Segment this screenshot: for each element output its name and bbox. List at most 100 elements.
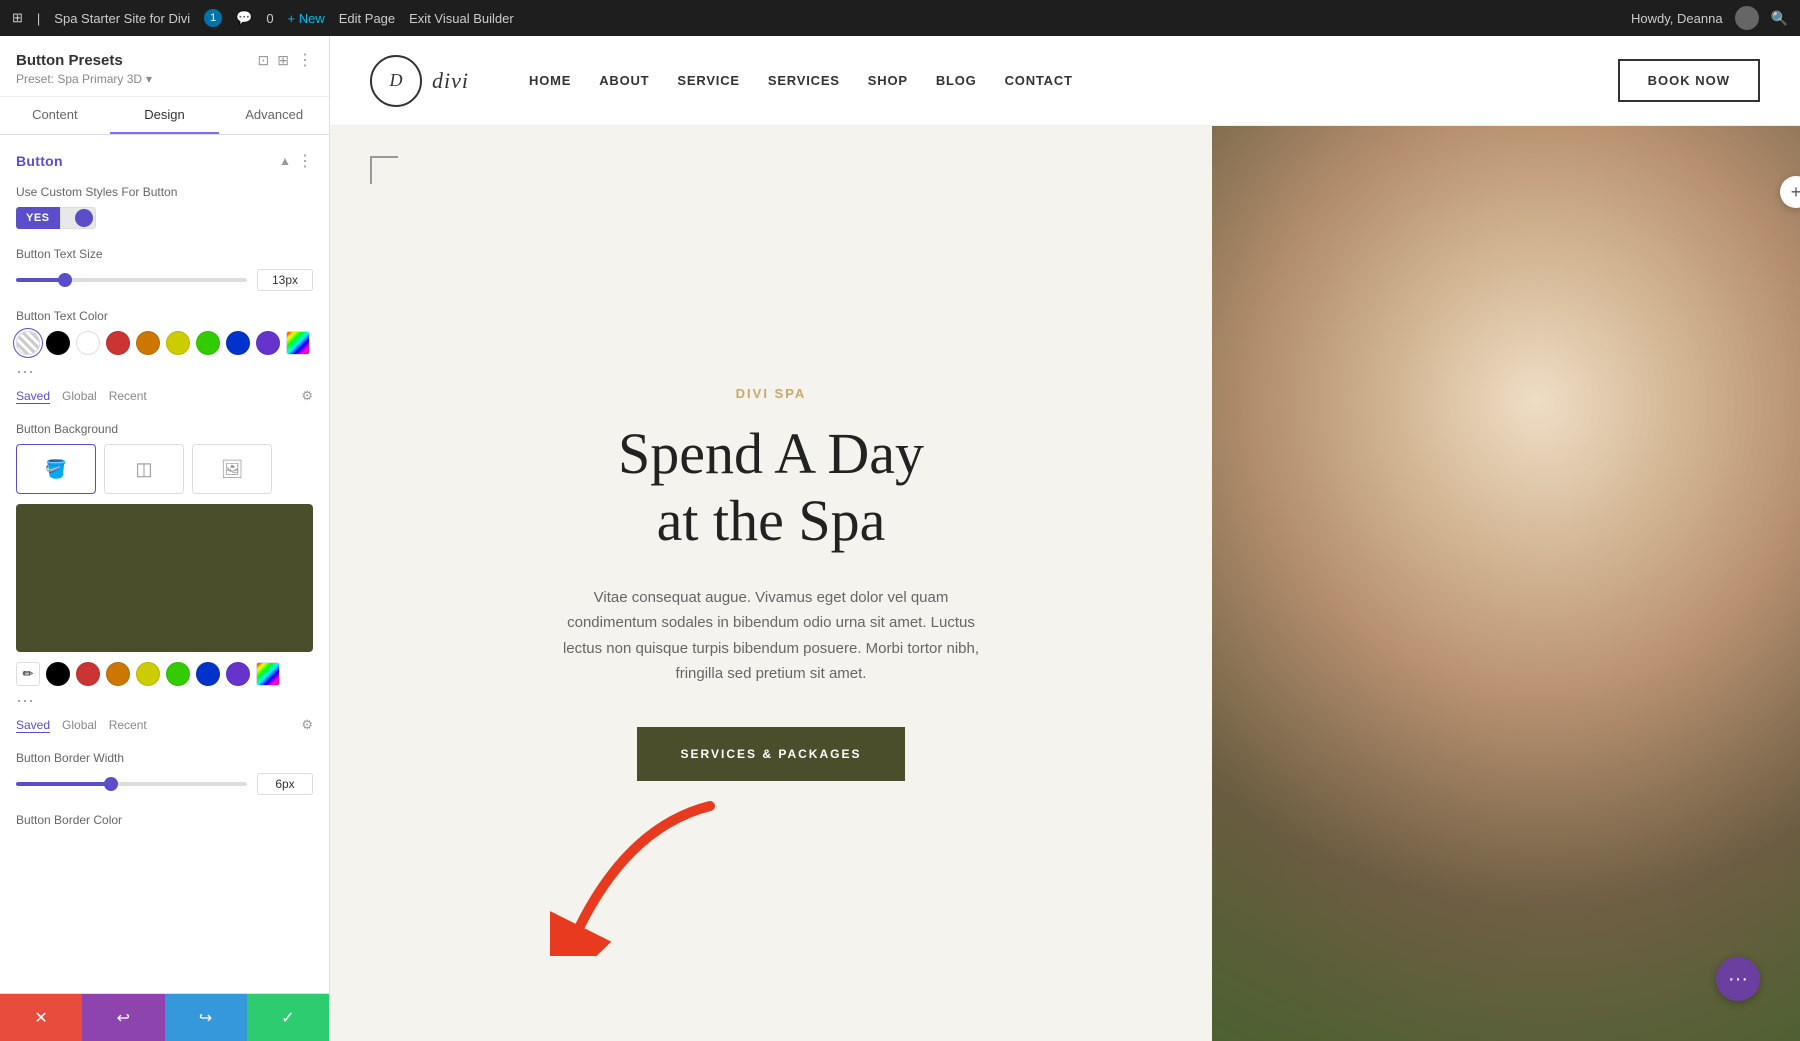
menu-home[interactable]: HOME	[529, 73, 571, 88]
menu-about[interactable]: ABOUT	[599, 73, 649, 88]
logo-text: divi	[432, 68, 469, 94]
panel-preset[interactable]: Preset: Spa Primary 3D ▾	[16, 72, 313, 86]
color-red[interactable]	[106, 331, 130, 355]
panel-layout-icon[interactable]: ⊞	[277, 52, 289, 69]
hero-cta-button[interactable]: SERVICES & PACKAGES	[637, 727, 906, 781]
cancel-button[interactable]: ✕	[0, 994, 82, 1041]
site-nav: D divi HOME ABOUT SERVICE SERVICES SHOP …	[330, 36, 1800, 126]
bg-color-option[interactable]: 🪣	[16, 444, 96, 494]
hero-section: DIVI SPA Spend A Day at the Spa Vitae co…	[330, 126, 1800, 1041]
save-button[interactable]: ✓	[247, 994, 329, 1041]
bg-color-black[interactable]	[46, 662, 70, 686]
border-color-label: Button Border Color	[16, 813, 313, 827]
red-arrow-indicator	[550, 796, 730, 961]
wordpress-icon[interactable]: ⊞	[12, 10, 23, 26]
corner-decoration	[370, 156, 398, 184]
bg-color-swatches: ✏	[16, 662, 313, 686]
bg-color-red[interactable]	[76, 662, 100, 686]
bg-color-tab-saved[interactable]: Saved	[16, 718, 50, 733]
bg-gradient-option[interactable]: ◫	[104, 444, 184, 494]
menu-shop[interactable]: SHOP	[868, 73, 908, 88]
text-color-label: Button Text Color	[16, 309, 313, 323]
bg-color-tab-global[interactable]: Global	[62, 718, 97, 732]
exit-builder-link[interactable]: Exit Visual Builder	[409, 11, 514, 26]
preset-chevron-icon: ▾	[146, 72, 152, 86]
custom-styles-toggle[interactable]: YES	[16, 207, 313, 229]
more-swatches-icon[interactable]: ···	[16, 361, 34, 382]
color-black[interactable]	[46, 331, 70, 355]
bg-color-purple[interactable]	[226, 662, 250, 686]
color-custom-picker[interactable]	[286, 331, 310, 355]
hero-title: Spend A Day at the Spa	[618, 421, 924, 554]
logo-icon: D	[370, 55, 422, 107]
comment-icon[interactable]: 💬	[236, 10, 252, 26]
color-green[interactable]	[196, 331, 220, 355]
notif-count[interactable]: 1	[204, 9, 222, 27]
text-size-field: Button Text Size 13px	[16, 247, 313, 291]
bg-edit-icon[interactable]: ✏	[16, 662, 40, 686]
menu-blog[interactable]: BLOG	[936, 73, 977, 88]
bg-color-blue[interactable]	[196, 662, 220, 686]
bg-color-custom-picker[interactable]	[256, 662, 280, 686]
text-color-field: Button Text Color ··· Sav	[16, 309, 313, 404]
bg-more-swatches-icon[interactable]: ···	[16, 690, 34, 711]
menu-contact[interactable]: CONTACT	[1005, 73, 1073, 88]
bg-color-orange[interactable]	[106, 662, 130, 686]
color-settings-icon[interactable]: ⚙	[301, 388, 313, 404]
new-button[interactable]: + New	[288, 11, 325, 26]
tab-design[interactable]: Design	[110, 97, 220, 134]
custom-styles-label: Use Custom Styles For Button	[16, 185, 313, 199]
site-logo: D divi	[370, 55, 469, 107]
left-panel: Button Presets ⊡ ⊞ ⋮ Preset: Spa Primary…	[0, 36, 330, 1041]
text-size-input[interactable]: 13px	[257, 269, 313, 291]
panel-footer: ✕ ↩ ↪ ✓	[0, 993, 329, 1041]
text-size-slider[interactable]	[16, 278, 247, 282]
panel-tabs: Content Design Advanced	[0, 97, 329, 135]
color-blue[interactable]	[226, 331, 250, 355]
color-yellow[interactable]	[166, 331, 190, 355]
color-white[interactable]	[76, 331, 100, 355]
bg-color-tab-recent[interactable]: Recent	[109, 718, 147, 732]
menu-service[interactable]: SERVICE	[677, 73, 739, 88]
floating-menu-button[interactable]: ···	[1716, 957, 1760, 1001]
user-avatar[interactable]	[1735, 6, 1759, 30]
search-icon[interactable]: 🔍	[1771, 10, 1788, 27]
bg-color-settings-icon[interactable]: ⚙	[301, 717, 313, 733]
text-size-thumb[interactable]	[58, 273, 72, 287]
toggle-slider[interactable]	[60, 207, 96, 229]
border-width-input[interactable]: 6px	[257, 773, 313, 795]
section-options-icon[interactable]: ⋮	[297, 151, 313, 171]
menu-services[interactable]: SERVICES	[768, 73, 840, 88]
redo-button[interactable]: ↪	[165, 994, 247, 1041]
color-tab-saved[interactable]: Saved	[16, 389, 50, 404]
panel-menu-icon[interactable]: ⋮	[297, 50, 313, 70]
bg-color-tabs: Saved Global Recent ⚙	[16, 717, 313, 733]
panel-header: Button Presets ⊡ ⊞ ⋮ Preset: Spa Primary…	[0, 36, 329, 97]
border-width-slider[interactable]	[16, 782, 247, 786]
undo-button[interactable]: ↩	[82, 994, 164, 1041]
color-tabs: Saved Global Recent ⚙	[16, 388, 313, 404]
color-tab-recent[interactable]: Recent	[109, 389, 147, 403]
site-name[interactable]: Spa Starter Site for Divi	[54, 11, 190, 26]
color-orange[interactable]	[136, 331, 160, 355]
book-now-button[interactable]: BOOK NOW	[1618, 59, 1760, 102]
bg-image-option[interactable]: 🖼	[192, 444, 272, 494]
bg-color-green[interactable]	[166, 662, 190, 686]
toggle-thumb	[75, 209, 93, 227]
text-size-label: Button Text Size	[16, 247, 313, 261]
background-field: Button Background 🪣 ◫ 🖼 ✏	[16, 422, 313, 733]
panel-title: Button Presets	[16, 52, 123, 69]
border-width-thumb[interactable]	[104, 777, 118, 791]
color-transparent[interactable]	[16, 331, 40, 355]
bg-color-yellow[interactable]	[136, 662, 160, 686]
tab-advanced[interactable]: Advanced	[219, 97, 329, 134]
hero-body: Vitae consequat augue. Vivamus eget dolo…	[561, 585, 981, 687]
panel-resize-icon[interactable]: ⊡	[258, 52, 270, 69]
section-collapse-icon[interactable]: ▲	[279, 154, 291, 168]
edit-page-link[interactable]: Edit Page	[339, 11, 395, 26]
hero-person-image	[1212, 126, 1800, 1041]
hero-image	[1212, 126, 1800, 1041]
tab-content[interactable]: Content	[0, 97, 110, 134]
color-purple[interactable]	[256, 331, 280, 355]
color-tab-global[interactable]: Global	[62, 389, 97, 403]
